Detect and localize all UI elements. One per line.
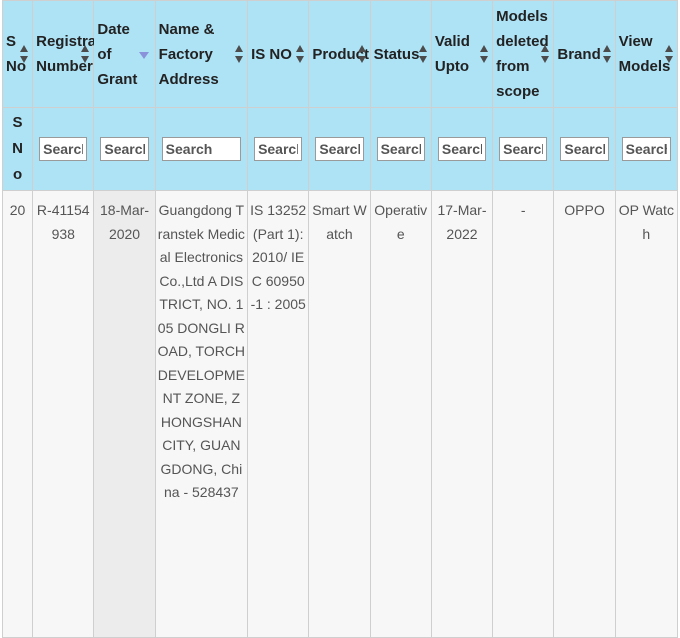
search-cell bbox=[553, 107, 616, 191]
col-header-valid-upto[interactable]: Valid Upto bbox=[430, 0, 494, 108]
search-cell bbox=[154, 107, 249, 191]
search-cell bbox=[430, 107, 494, 191]
search-cell bbox=[247, 107, 310, 191]
col-header-brand[interactable]: Brand bbox=[553, 0, 616, 108]
header-row: S No Registration Number Date of Grant N… bbox=[1, 0, 679, 108]
sort-both-icon bbox=[235, 45, 244, 63]
search-input-status[interactable] bbox=[376, 137, 425, 161]
sort-both-icon bbox=[418, 45, 428, 63]
search-cell bbox=[369, 107, 432, 191]
sno-stack-label: SNo bbox=[12, 114, 23, 183]
table-row: 20 R-41154938 18-Mar-2020 Guangdong Tran… bbox=[1, 190, 679, 638]
search-cell bbox=[32, 107, 95, 191]
sort-desc-icon bbox=[138, 52, 149, 59]
search-cell bbox=[93, 107, 156, 191]
sort-both-icon bbox=[602, 45, 612, 63]
cell-brand: OPPO bbox=[553, 190, 616, 638]
search-cell bbox=[492, 107, 555, 191]
sort-both-icon bbox=[665, 45, 674, 63]
search-input-view-models[interactable] bbox=[621, 137, 671, 161]
search-row-sno-label: SNo bbox=[1, 107, 34, 191]
cell-status: Operative bbox=[369, 190, 432, 638]
sort-both-icon bbox=[20, 45, 29, 63]
search-input-valid-upto[interactable] bbox=[437, 137, 487, 161]
col-header-date-of-grant[interactable]: Date of Grant bbox=[93, 0, 156, 108]
search-input-brand[interactable] bbox=[560, 137, 609, 161]
search-input-name-address[interactable] bbox=[161, 137, 242, 161]
cell-valid-upto: 17-Mar-2022 bbox=[430, 190, 494, 638]
search-input-models-deleted[interactable] bbox=[499, 137, 548, 161]
sort-both-icon bbox=[81, 45, 90, 63]
cell-name-address: Guangdong Transtek Medical Electronics C… bbox=[154, 190, 249, 638]
sort-both-icon bbox=[357, 45, 367, 63]
cell-sno: 20 bbox=[1, 190, 34, 638]
col-header-name-address[interactable]: Name & Factory Address bbox=[154, 0, 249, 108]
cell-is-no: IS 13252(Part 1):2010/ IEC 60950-1 : 200… bbox=[247, 190, 310, 638]
col-header-view-models[interactable]: View Models bbox=[614, 0, 679, 108]
search-cell bbox=[614, 107, 679, 191]
sort-both-icon bbox=[541, 45, 550, 63]
cell-date-of-grant: 18-Mar-2020 bbox=[93, 190, 156, 638]
cell-product: Smart Watch bbox=[308, 190, 371, 638]
search-input-registration-number[interactable] bbox=[39, 137, 88, 161]
search-row: SNo bbox=[1, 107, 679, 191]
cell-view-models[interactable]: OP Watch bbox=[614, 190, 679, 638]
search-input-product[interactable] bbox=[315, 137, 364, 161]
search-input-date-of-grant[interactable] bbox=[100, 137, 149, 161]
col-header-is-no[interactable]: IS NO bbox=[247, 0, 310, 108]
col-header-registration-number[interactable]: Registration Number bbox=[32, 0, 124, 108]
col-header-product[interactable]: Product bbox=[308, 0, 371, 108]
licence-table: S No Registration Number Date of Grant N… bbox=[1, 0, 679, 638]
search-cell bbox=[308, 107, 371, 191]
col-header-sno[interactable]: S No bbox=[1, 0, 34, 108]
cell-models-deleted: - bbox=[492, 190, 555, 638]
col-header-models-deleted[interactable]: Models deleted from scope bbox=[492, 0, 555, 108]
sort-both-icon bbox=[296, 45, 305, 63]
cell-registration-number: R-41154938 bbox=[32, 190, 95, 638]
col-header-status[interactable]: Status bbox=[369, 0, 432, 108]
col-header-label: Name & Factory Address bbox=[158, 20, 219, 88]
search-input-is-no[interactable] bbox=[254, 137, 303, 161]
sort-both-icon bbox=[480, 45, 489, 63]
